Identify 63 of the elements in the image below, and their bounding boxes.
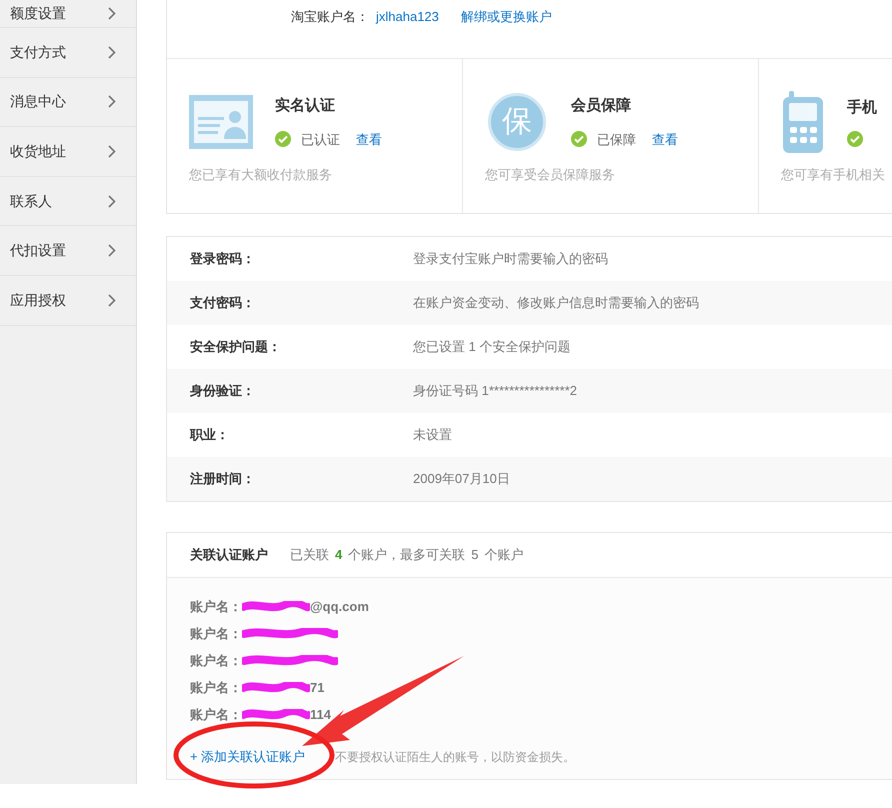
chevron-right-icon xyxy=(108,244,116,258)
info-value: 在账户资金变动、修改账户信息时需要输入的密码 xyxy=(413,294,699,312)
chevron-right-icon xyxy=(108,194,116,208)
linked-max: 5 xyxy=(471,546,478,564)
info-value: 身份证号码 1****************2 xyxy=(413,382,578,400)
check-icon xyxy=(847,131,863,148)
linked-summary: 已关联 xyxy=(290,546,329,564)
account-label: 账户名： xyxy=(190,625,242,644)
sidebar-item[interactable]: 代扣设置 xyxy=(0,226,136,276)
card-description: 您已享有大额收付款服务 xyxy=(189,166,333,184)
unbind-link[interactable]: 解绑或更换账户 xyxy=(460,7,552,26)
linked-accounts-title: 关联认证账户 xyxy=(190,546,268,564)
sidebar-item[interactable]: 额度设置 xyxy=(0,0,136,28)
chevron-right-icon xyxy=(108,7,116,20)
info-label: 身份验证： xyxy=(189,382,256,400)
info-value: 登录支付宝账户时需要输入的密码 xyxy=(413,250,608,268)
shield-badge-icon: 保 xyxy=(488,93,546,151)
sidebar-item[interactable]: 支付方式 xyxy=(0,28,136,78)
card-title: 手机 xyxy=(847,98,877,118)
info-value: 2009年07月10日 xyxy=(413,470,510,488)
card-description: 您可享有手机相关 xyxy=(781,166,886,184)
info-label: 登录密码： xyxy=(188,250,256,268)
info-label: 支付密码： xyxy=(189,294,256,312)
sidebar-item[interactable]: 收货地址 xyxy=(0,127,136,177)
account-name: 71 xyxy=(310,679,324,698)
info-label: 职业： xyxy=(188,426,230,444)
view-link[interactable]: 查看 xyxy=(652,130,678,149)
redaction-scribble xyxy=(242,601,310,613)
check-icon xyxy=(275,131,291,148)
card-description: 您可享受会员保障服务 xyxy=(485,166,616,184)
redaction-scribble xyxy=(242,709,310,721)
linked-count: 4 xyxy=(335,546,342,564)
card-title: 会员保障 xyxy=(571,96,632,116)
chevron-right-icon xyxy=(108,95,116,108)
account-name: 114 xyxy=(310,706,331,724)
chevron-right-icon xyxy=(108,294,116,307)
account-label: 账户名： xyxy=(190,706,242,724)
sidebar-item[interactable]: 联系人 xyxy=(0,176,136,226)
account-label: 账户名： xyxy=(190,679,242,698)
chevron-right-icon xyxy=(108,46,116,59)
card-title: 实名认证 xyxy=(275,96,336,116)
status-text: 已认证 xyxy=(301,130,340,148)
account-label: 账户名： xyxy=(190,652,242,670)
view-link[interactable]: 查看 xyxy=(356,130,382,149)
linked-summary: 个账户 xyxy=(484,546,524,564)
info-value: 您已设置 1 个安全保护问题 xyxy=(413,338,570,356)
hint-text: 不要授权认证陌生人的账号，以防资金损失。 xyxy=(335,748,576,766)
taobao-account-label: 淘宝账户名： xyxy=(291,8,369,26)
status-text: 已保障 xyxy=(597,130,636,148)
id-card-icon xyxy=(189,95,253,149)
chevron-right-icon xyxy=(108,144,116,158)
linked-summary: 个账户，最多可关联 xyxy=(348,546,466,564)
sidebar-item[interactable]: 应用授权 xyxy=(0,276,136,326)
taobao-account-link[interactable]: jxlhaha123 xyxy=(376,7,439,26)
account-label: 账户名： xyxy=(190,598,242,616)
info-value: 未设置 xyxy=(413,426,452,444)
mobile-phone-icon xyxy=(781,91,825,153)
info-label: 注册时间： xyxy=(189,470,256,488)
check-icon xyxy=(571,131,587,148)
sidebar-item[interactable]: 消息中心 xyxy=(0,78,136,128)
info-label: 安全保护问题： xyxy=(189,338,282,356)
account-name: @qq.com xyxy=(310,598,369,616)
redaction-scribble xyxy=(242,682,310,694)
